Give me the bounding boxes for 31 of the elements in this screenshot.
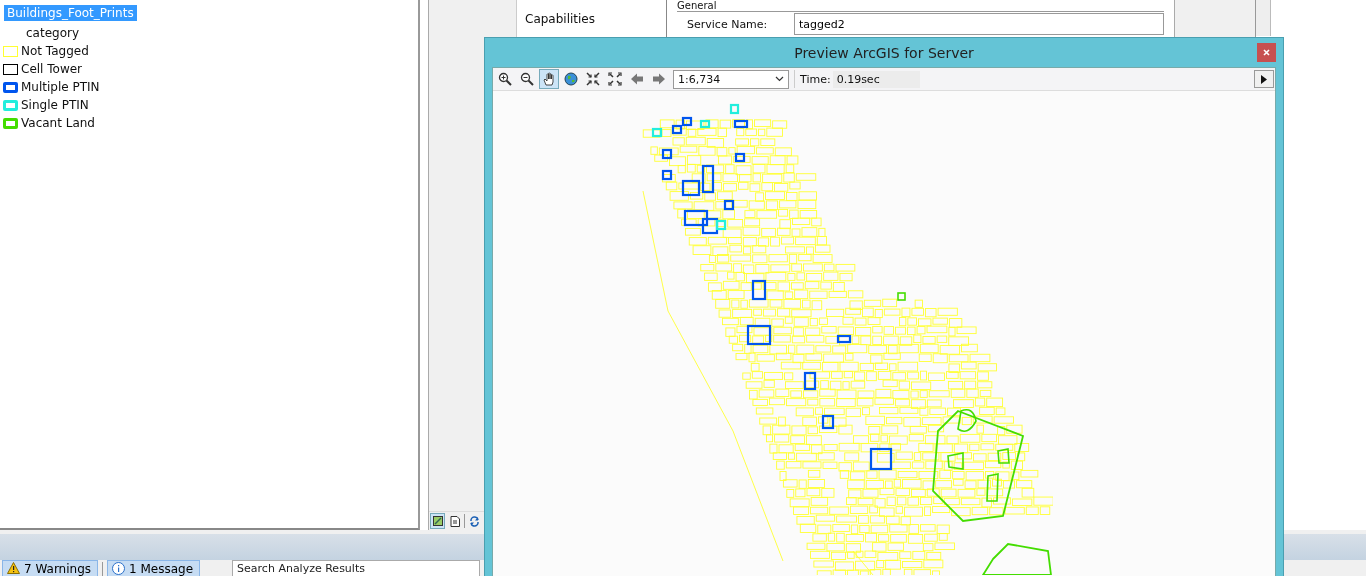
full-extent-button[interactable] bbox=[561, 69, 581, 89]
legend-label: Single PTIN bbox=[21, 98, 89, 112]
sidebar-item[interactable]: Capabilities bbox=[517, 12, 666, 28]
fixed-zoom-out-button[interactable] bbox=[605, 69, 625, 89]
window-title: Preview ArcGIS for Server bbox=[794, 44, 974, 61]
section-heading: General bbox=[677, 0, 1164, 12]
field-label: Service Name: bbox=[686, 17, 769, 31]
scrollbar[interactable] bbox=[1256, 0, 1271, 36]
warning-icon bbox=[7, 562, 20, 574]
close-icon bbox=[1263, 49, 1270, 56]
play-button[interactable] bbox=[1254, 70, 1274, 88]
messages-tab[interactable]: 1 Message bbox=[107, 560, 201, 576]
search-field[interactable]: Search Analyze Results bbox=[232, 560, 481, 576]
info-icon bbox=[112, 562, 126, 575]
legend-label: Vacant Land bbox=[21, 116, 95, 130]
legend-label: Cell Tower bbox=[21, 62, 82, 76]
data-view-button[interactable] bbox=[430, 513, 445, 529]
scale-dropdown[interactable]: 1:6,734 bbox=[673, 69, 789, 89]
field-name: category bbox=[25, 25, 81, 42]
play-icon bbox=[1261, 74, 1267, 84]
layout-view-button[interactable] bbox=[447, 513, 462, 529]
caret-icon bbox=[775, 76, 784, 82]
service-name-field[interactable]: tagged2 bbox=[794, 13, 1164, 35]
pan-button[interactable] bbox=[539, 69, 559, 89]
close-button[interactable] bbox=[1257, 43, 1276, 62]
legend-label: Not Tagged bbox=[21, 44, 89, 58]
warnings-tab[interactable]: 7 Warnings bbox=[2, 560, 99, 576]
time-label: Time: bbox=[800, 72, 831, 86]
legend-label: Multiple PTIN bbox=[21, 80, 100, 94]
refresh-button[interactable] bbox=[467, 513, 482, 529]
time-value: 0.19sec bbox=[832, 70, 920, 88]
